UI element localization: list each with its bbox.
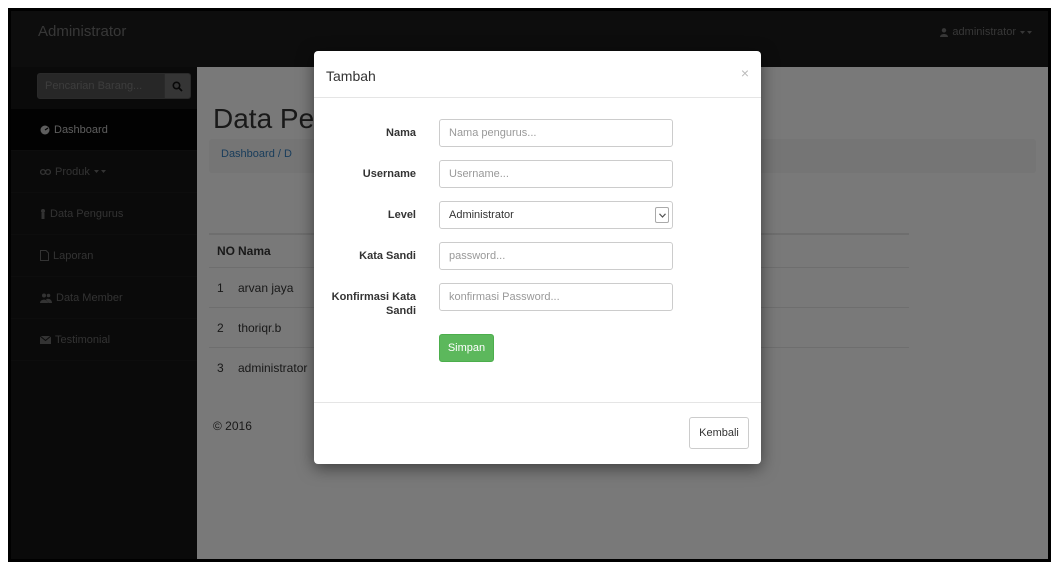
chevron-down-icon	[655, 207, 669, 223]
confirm-password-input[interactable]: konfirmasi Password...	[439, 283, 673, 311]
app-window: Administrator administrator Pencarian Ba…	[8, 8, 1051, 562]
save-button[interactable]: Simpan	[439, 334, 494, 362]
back-button[interactable]: Kembali	[689, 417, 749, 449]
add-pengurus-modal: Tambah × Nama Nama pengurus... Username …	[314, 51, 761, 464]
password-label: Kata Sandi	[359, 250, 416, 262]
modal-footer: Kembali	[314, 402, 761, 464]
nama-input[interactable]: Nama pengurus...	[439, 119, 673, 147]
level-label: Level	[387, 209, 416, 221]
level-select-value: Administrator	[449, 209, 514, 221]
modal-title: Tambah	[326, 68, 376, 84]
level-select[interactable]: Administrator	[439, 201, 673, 229]
username-label: Username	[362, 168, 416, 180]
modal-header: Tambah ×	[314, 51, 761, 98]
close-icon[interactable]: ×	[741, 65, 749, 81]
confirm-password-label: Konfirmasi Kata Sandi	[331, 291, 416, 317]
username-input[interactable]: Username...	[439, 160, 673, 188]
password-input[interactable]: password...	[439, 242, 673, 270]
nama-label: Nama	[386, 127, 416, 139]
